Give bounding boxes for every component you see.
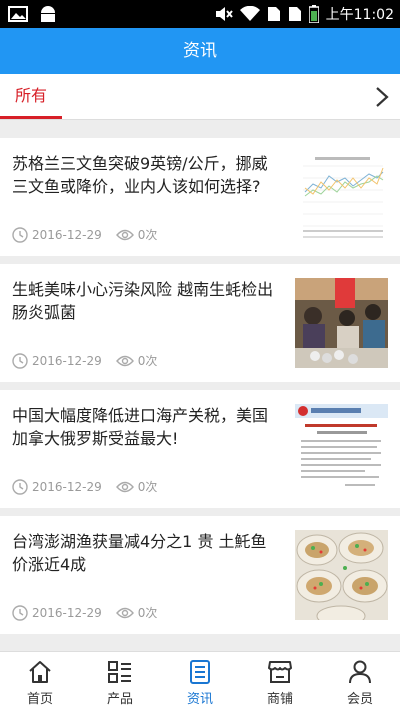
image-notification-icon [8,6,28,22]
wifi-icon [239,6,260,21]
nav-shop-label: 商铺 [266,692,293,707]
sim-card-icon [288,7,301,21]
android-notification-icon [41,6,55,22]
status-time: 上午11:02 [325,7,394,23]
nav-member[interactable]: 会员 [320,652,400,711]
nav-member-label: 会员 [346,692,373,707]
article-meta: 2016-12-29 0次 [12,226,157,243]
clock-icon [12,226,28,243]
nav-news[interactable]: 资讯 [160,652,240,711]
category-tab-bar: 所有 [0,74,400,120]
article-title[interactable]: 生蚝美味小心污染风险 越南生蚝检出肠炎弧菌 [12,278,282,324]
article-meta: 2016-12-29 0次 [12,478,157,495]
article-date: 2016-12-29 [32,353,102,368]
article-item[interactable]: 苏格兰三文鱼突破9英镑/公斤，挪威三文鱼或降价，业内人该如何选择? 2016-1… [0,138,400,256]
article-title[interactable]: 中国大幅度降低进口海产关税，美国加拿大俄罗斯受益最大! [12,404,282,450]
article-item[interactable]: 生蚝美味小心污染风险 越南生蚝检出肠炎弧菌 2016-12-29 0次 [0,264,400,382]
nav-products-label: 产品 [106,692,133,707]
clock-icon [12,352,28,369]
article-title[interactable]: 苏格兰三文鱼突破9英镑/公斤，挪威三文鱼或降价，业内人该如何选择? [12,152,282,198]
sim-card-icon [267,7,280,21]
nav-products[interactable]: 产品 [80,652,160,711]
article-thumbnail[interactable] [295,278,388,368]
tab-all[interactable]: 所有 [0,74,62,120]
eye-icon [115,229,134,240]
article-item[interactable]: 台湾澎湖渔获量减4分之1 贵 土魠鱼价涨近4成 2016-12-29 0次 [0,516,400,634]
chevron-right-icon[interactable] [374,86,390,108]
article-title[interactable]: 台湾澎湖渔获量减4分之1 贵 土魠鱼价涨近4成 [12,530,282,576]
news-icon [190,660,210,684]
article-meta: 2016-12-29 0次 [12,352,157,369]
bottom-navigation: 首页 产品 资讯 商铺 会员 [0,651,400,711]
clock-icon [12,478,28,495]
article-views: 0次 [137,228,158,242]
article-thumbnail[interactable] [295,152,388,242]
nav-news-label: 资讯 [186,692,213,707]
grid-list-icon [108,661,131,683]
article-thumbnail[interactable] [295,404,388,494]
eye-icon [115,481,134,492]
clock-icon [12,604,28,621]
mute-icon [215,7,233,21]
shop-icon [268,661,292,683]
article-views: 0次 [137,480,158,494]
article-views: 0次 [137,354,158,368]
tab-active-indicator [0,116,62,119]
article-date: 2016-12-29 [32,479,102,494]
nav-home-label: 首页 [26,692,53,707]
eye-icon [115,355,134,366]
article-views: 0次 [137,606,158,620]
eye-icon [115,607,134,618]
article-meta: 2016-12-29 0次 [12,604,157,621]
article-date: 2016-12-29 [32,605,102,620]
nav-home[interactable]: 首页 [0,652,80,711]
article-thumbnail[interactable] [295,530,388,620]
battery-icon [308,5,319,23]
article-date: 2016-12-29 [32,227,102,242]
home-icon [29,661,51,683]
article-item[interactable]: 中国大幅度降低进口海产关税，美国加拿大俄罗斯受益最大! 2016-12-29 0… [0,390,400,508]
user-icon [349,660,371,684]
status-bar: 上午11:02 [0,0,400,28]
nav-shop[interactable]: 商铺 [240,652,320,711]
page-title: 资讯 [0,28,400,74]
